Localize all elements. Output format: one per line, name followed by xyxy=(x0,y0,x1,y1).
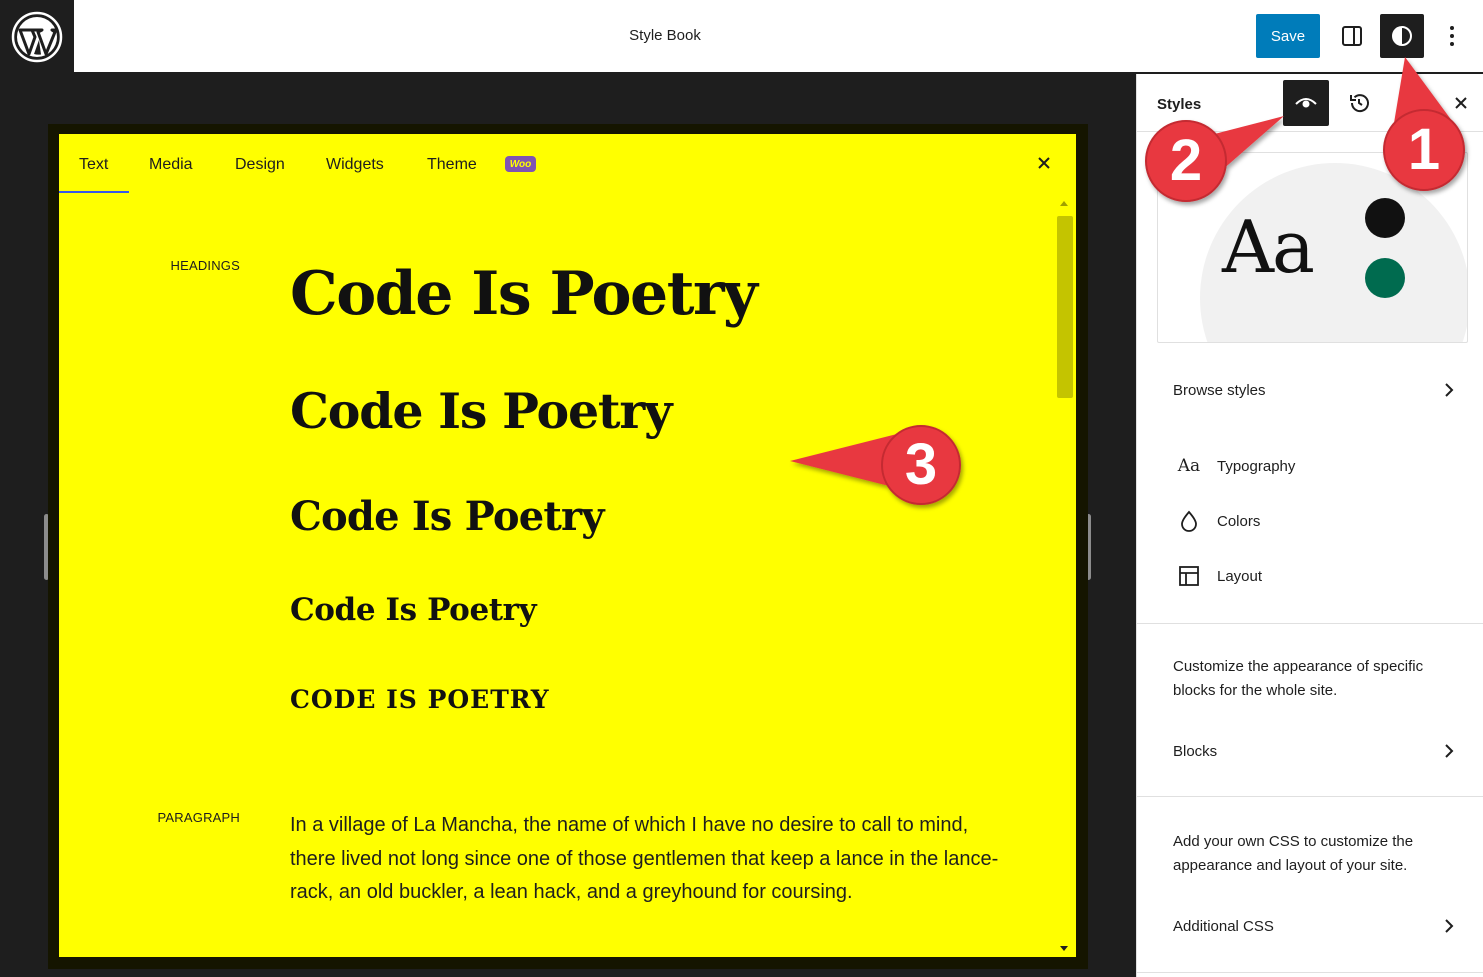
blocks-label: Blocks xyxy=(1173,742,1218,760)
scroll-up-arrow-icon[interactable] xyxy=(1060,201,1068,206)
additional-css-button[interactable]: Additional CSS xyxy=(1157,904,1464,948)
heading-h4[interactable]: Code Is Poetry xyxy=(290,592,537,628)
style-book: Text Media Design Widgets Theme Woo HEAD… xyxy=(59,134,1076,957)
css-description: Add your own CSS to customize the appear… xyxy=(1173,833,1414,874)
close-style-book-icon[interactable] xyxy=(1033,152,1055,174)
paragraph-sample[interactable]: In a village of La Mancha, the name of w… xyxy=(290,809,1000,910)
additional-css-label: Additional CSS xyxy=(1173,917,1274,935)
blocks-description: Customize the appearance of specific blo… xyxy=(1173,658,1424,699)
style-book-tabs: Text Media Design Widgets Theme Woo xyxy=(59,134,1076,194)
heading-h3[interactable]: Code Is Poetry xyxy=(290,493,605,540)
paragraph-section-label: PARAGRAPH xyxy=(157,810,240,825)
more-options-icon[interactable] xyxy=(1430,14,1474,58)
browse-styles-button[interactable]: Browse styles xyxy=(1157,368,1464,412)
editor-header: Style Book Save xyxy=(0,0,1483,73)
close-sidebar-icon[interactable] xyxy=(1448,80,1474,126)
sidebar-item-label: Layout xyxy=(1217,567,1263,585)
tab-text[interactable]: Text xyxy=(79,156,108,174)
sidebar-item-colors[interactable]: Colors xyxy=(1157,499,1464,543)
layout-icon xyxy=(1177,564,1201,588)
tab-woo[interactable]: Woo xyxy=(505,156,536,172)
chevron-right-icon xyxy=(1444,382,1454,402)
sidebar-item-layout[interactable]: Layout xyxy=(1157,554,1464,598)
settings-sidebar-toggle-icon[interactable] xyxy=(1330,14,1374,58)
sidebar-item-typography[interactable]: Aa Typography xyxy=(1157,444,1464,488)
tab-theme[interactable]: Theme xyxy=(427,156,477,174)
chevron-right-icon xyxy=(1444,743,1454,763)
sidebar-item-label: Colors xyxy=(1217,512,1261,530)
revisions-history-icon[interactable] xyxy=(1336,80,1382,126)
droplet-icon xyxy=(1177,509,1201,533)
browse-styles-label: Browse styles xyxy=(1173,381,1266,399)
tab-widgets[interactable]: Widgets xyxy=(326,156,384,174)
styles-sidebar: Styles Aa Browse styles Aa Typography Co… xyxy=(1136,74,1483,977)
style-book-eye-icon[interactable] xyxy=(1283,80,1329,126)
divider xyxy=(1137,623,1483,624)
active-tab-indicator xyxy=(59,191,129,193)
chevron-right-icon xyxy=(1444,918,1454,938)
scroll-down-arrow-icon[interactable] xyxy=(1060,946,1068,951)
sidebar-item-label: Typography xyxy=(1217,457,1296,475)
preview-sample-text: Aa xyxy=(1222,205,1315,289)
headings-section-label: HEADINGS xyxy=(170,258,240,273)
tab-media[interactable]: Media xyxy=(149,156,193,174)
callout-3-label: 3 xyxy=(904,432,938,497)
preview-color-dot xyxy=(1365,198,1405,238)
scrollbar[interactable] xyxy=(1056,196,1074,954)
divider xyxy=(1137,796,1483,797)
save-button[interactable]: Save xyxy=(1256,14,1320,58)
typography-icon: Aa xyxy=(1177,456,1201,476)
styles-toggle-icon[interactable] xyxy=(1380,14,1424,58)
heading-h2[interactable]: Code Is Poetry xyxy=(290,382,672,440)
tab-design[interactable]: Design xyxy=(235,156,285,174)
scrollbar-thumb[interactable] xyxy=(1057,216,1073,398)
editor-canvas: Text Media Design Widgets Theme Woo HEAD… xyxy=(0,74,1136,977)
blocks-button[interactable]: Blocks xyxy=(1157,729,1464,773)
document-title[interactable]: Style Book xyxy=(565,27,765,44)
callout-2-label: 2 xyxy=(1169,128,1203,193)
heading-h5[interactable]: CODE IS POETRY xyxy=(290,685,550,714)
wordpress-logo-icon[interactable] xyxy=(0,0,74,73)
preview-color-dot xyxy=(1365,258,1405,298)
sidebar-title: Styles xyxy=(1157,96,1202,113)
heading-h1[interactable]: Code Is Poetry xyxy=(290,259,758,329)
divider xyxy=(1137,972,1483,973)
callout-1-label: 1 xyxy=(1407,117,1441,182)
